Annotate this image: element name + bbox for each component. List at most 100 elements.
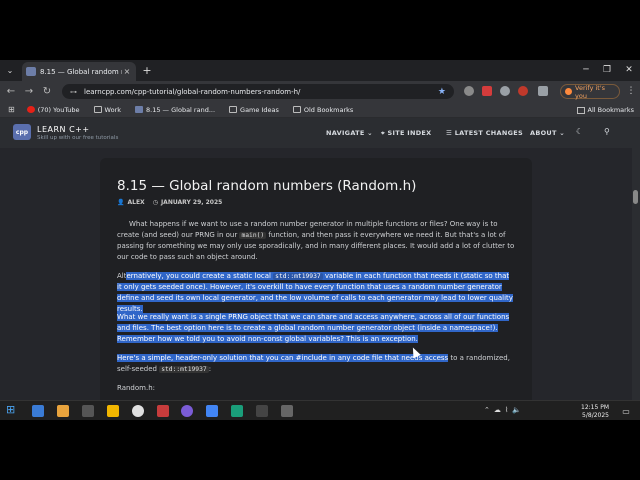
all-bookmarks-button[interactable]: All Bookmarks xyxy=(576,106,634,114)
extension-icon-4[interactable] xyxy=(518,86,528,96)
bookmarks-bar: ⊞ (70) YouTube Work 8.15 — Global rand..… xyxy=(0,102,640,118)
bookmark-youtube[interactable]: (70) YouTube xyxy=(26,105,80,114)
taskbar: ⊞ ⌃ ☁ ⌇ 🔈 12:15 PM 5/8/2025 ▭ xyxy=(0,400,640,420)
bookmark-label: Old Bookmarks xyxy=(303,105,354,114)
verify-label: Verify it's you xyxy=(575,83,606,100)
nav-navigate[interactable]: NAVIGATE ⌄ xyxy=(326,129,373,137)
bookmark-learncpp[interactable]: 8.15 — Global rand... xyxy=(135,106,215,114)
notification-icon[interactable]: ▭ xyxy=(620,405,632,417)
taskbar-clock[interactable]: 12:15 PM 5/8/2025 xyxy=(581,404,609,420)
bookmark-label: Work xyxy=(104,105,122,114)
bookmark-label: (70) YouTube xyxy=(37,105,80,114)
all-bookmarks-label: All Bookmarks xyxy=(587,106,634,114)
taskbar-app-4[interactable] xyxy=(107,405,119,417)
extension-icon-1[interactable] xyxy=(464,86,474,96)
learncpp-favicon-icon xyxy=(135,106,144,113)
site-brand[interactable]: LEARN C++ Skill up with our free tutoria… xyxy=(37,125,118,141)
scrollbar-track[interactable] xyxy=(632,148,640,420)
clock-icon: ◷ xyxy=(152,199,158,206)
bookmark-old-bookmarks[interactable]: Old Bookmarks xyxy=(292,105,354,114)
site-info-icon[interactable]: ⊶ xyxy=(70,88,78,96)
extension-icon-3[interactable] xyxy=(500,86,510,96)
tab-title: 8.15 — Global random numbe xyxy=(40,67,122,76)
address-bar[interactable]: ⊶ learncpp.com/cpp-tutorial/global-rando… xyxy=(62,84,454,99)
bookmark-game-ideas[interactable]: Game Ideas xyxy=(229,106,279,114)
volume-icon[interactable]: 🔈 xyxy=(512,406,521,414)
publish-date: JANUARY 29, 2025 xyxy=(160,199,223,206)
folder-icon xyxy=(576,106,585,114)
tab-close-icon[interactable]: × xyxy=(122,67,132,76)
restore-button[interactable]: ❐ xyxy=(597,63,617,77)
bookmark-star-icon[interactable]: ★ xyxy=(438,87,446,97)
reload-icon[interactable]: ↻ xyxy=(40,84,54,98)
tab-strip: ⌄ 8.15 — Global random numbe × + ─ ❐ ✕ xyxy=(0,60,640,81)
taskbar-app-6[interactable] xyxy=(157,405,169,417)
new-tab-button[interactable]: + xyxy=(141,63,153,77)
tab-active[interactable]: 8.15 — Global random numbe × xyxy=(22,62,136,81)
inline-code: std::mt19937 xyxy=(273,273,323,280)
chrome-icon[interactable] xyxy=(181,405,193,417)
paragraph-text: : xyxy=(208,365,212,373)
folder-icon xyxy=(292,106,301,113)
verify-profile-button[interactable]: Verify it's you xyxy=(560,83,620,100)
bookmark-work[interactable]: Work xyxy=(93,105,122,114)
taskbar-app-11[interactable] xyxy=(281,405,293,417)
youtube-icon xyxy=(26,106,35,113)
page-title: 8.15 — Global random numbers (Random.h) xyxy=(117,178,417,194)
back-arrow-icon[interactable]: ← xyxy=(4,84,18,98)
nav-latest-changes[interactable]: ☰ LATEST CHANGES xyxy=(446,129,523,137)
taskbar-app-8[interactable] xyxy=(206,405,218,417)
profile-avatar-icon xyxy=(565,88,572,95)
clock-time: 12:15 PM xyxy=(581,404,609,411)
search-icon[interactable]: ⚲ xyxy=(604,127,610,136)
extensions-puzzle-icon[interactable] xyxy=(538,86,548,96)
inline-code: std::mt19937 xyxy=(159,366,209,373)
selected-text: Here's a simple, header-only solution th… xyxy=(117,354,449,362)
dark-mode-moon-icon[interactable]: ☾ xyxy=(576,127,583,136)
taskbar-app-5[interactable] xyxy=(132,405,144,417)
selected-text: What we really want is a single PRNG obj… xyxy=(117,313,510,343)
close-window-button[interactable]: ✕ xyxy=(619,63,639,77)
clock-date: 5/8/2025 xyxy=(582,412,609,419)
site-header: cpp LEARN C++ Skill up with our free tut… xyxy=(0,118,640,148)
scrollbar-thumb[interactable] xyxy=(633,190,638,204)
taskbar-app-9[interactable] xyxy=(231,405,243,417)
windows-start-icon[interactable]: ⊞ xyxy=(6,403,18,416)
selected-text: ernatively, you could create a static lo… xyxy=(117,272,513,313)
bookmark-label: Game Ideas xyxy=(240,105,279,114)
brand-name: LEARN C++ xyxy=(37,125,90,134)
url-text: learncpp.com/cpp-tutorial/global-random-… xyxy=(84,87,301,96)
apps-grid-icon[interactable]: ⊞ xyxy=(8,105,15,114)
paragraph-2: Alternatively, you could create a static… xyxy=(117,271,515,315)
nav-site-index[interactable]: ⌖ SITE INDEX xyxy=(381,129,431,138)
taskbar-app-3[interactable] xyxy=(82,405,94,417)
taskbar-app-2[interactable] xyxy=(57,405,69,417)
article-meta: 👤 ALEX ◷ JANUARY 29, 2025 xyxy=(117,199,222,206)
onedrive-icon[interactable]: ☁ xyxy=(494,406,501,414)
paragraph-3: What we really want is a single PRNG obj… xyxy=(117,312,515,345)
extension-icon-2[interactable] xyxy=(482,86,492,96)
webpage: cpp LEARN C++ Skill up with our free tut… xyxy=(0,118,640,420)
system-tray: ⌃ ☁ ⌇ 🔈 xyxy=(484,406,521,414)
bookmark-label: 8.15 — Global rand... xyxy=(146,105,216,114)
tray-chevron-icon[interactable]: ⌃ xyxy=(484,406,490,414)
forward-arrow-icon[interactable]: → xyxy=(22,84,36,98)
browser-toolbar: ← → ↻ ⊶ learncpp.com/cpp-tutorial/global… xyxy=(0,81,640,102)
taskbar-app-1[interactable] xyxy=(32,405,44,417)
nav-about[interactable]: ABOUT ⌄ xyxy=(530,129,565,137)
folder-icon xyxy=(93,106,102,113)
learncpp-favicon-icon xyxy=(26,67,36,76)
taskbar-app-10[interactable] xyxy=(256,405,268,417)
screen: ⌄ 8.15 — Global random numbe × + ─ ❐ ✕ ←… xyxy=(0,60,640,420)
paragraph-1: What happens if we want to use a random … xyxy=(117,219,515,263)
brand-tagline: Skill up with our free tutorials xyxy=(37,135,119,141)
learncpp-logo[interactable]: cpp xyxy=(13,124,31,140)
network-icon[interactable]: ⌇ xyxy=(505,406,508,414)
paragraph-5: Random.h: xyxy=(117,384,156,392)
author-icon: 👤 xyxy=(117,199,125,206)
minimize-button[interactable]: ─ xyxy=(576,63,596,77)
tab-search-chevron-icon[interactable]: ⌄ xyxy=(3,63,17,77)
article-card: 8.15 — Global random numbers (Random.h) … xyxy=(100,158,532,420)
inline-code: main() xyxy=(239,232,267,239)
browser-menu-icon[interactable]: ⋮ xyxy=(626,84,636,98)
